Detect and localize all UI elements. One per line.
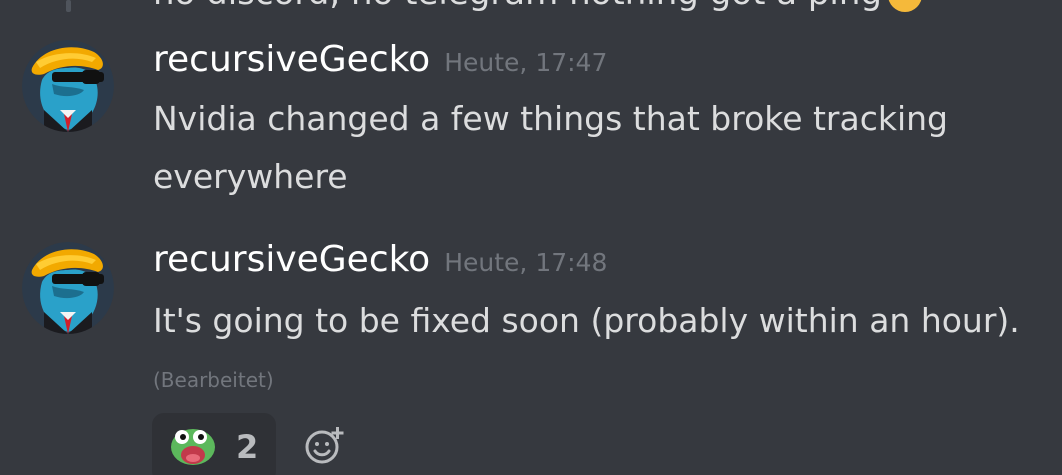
reaction-button[interactable]: 2 (152, 413, 276, 475)
add-reaction-icon (305, 427, 344, 464)
reaction-count: 2 (236, 428, 259, 466)
chat-messages: no discord, no telegram nothing got a pi… (0, 0, 1062, 475)
message-content: It's going to be fixed soon (probably wi… (153, 301, 1020, 340)
message-header: recursiveGecko Heute, 17:48 (153, 238, 607, 285)
timestamp[interactable]: Heute, 17:47 (444, 48, 607, 77)
thread-line (66, 0, 71, 12)
add-reaction-button[interactable] (304, 425, 346, 471)
poggers-frog-icon (170, 427, 216, 471)
emoji-icon (888, 0, 923, 12)
avatar[interactable] (22, 242, 114, 334)
message-content: Nvidia changed a few things that broke t… (153, 99, 948, 196)
timestamp[interactable]: Heute, 17:48 (444, 248, 607, 277)
previous-message: no discord, no telegram nothing got a pi… (153, 0, 923, 13)
avatar[interactable] (22, 40, 114, 132)
edited-label: (Bearbeitet) (153, 368, 274, 392)
previous-message-text: no discord, no telegram nothing got a pi… (153, 0, 882, 13)
message-header: recursiveGecko Heute, 17:47 (153, 38, 607, 85)
username[interactable]: recursiveGecko (153, 39, 430, 80)
username[interactable]: recursiveGecko (153, 239, 430, 280)
